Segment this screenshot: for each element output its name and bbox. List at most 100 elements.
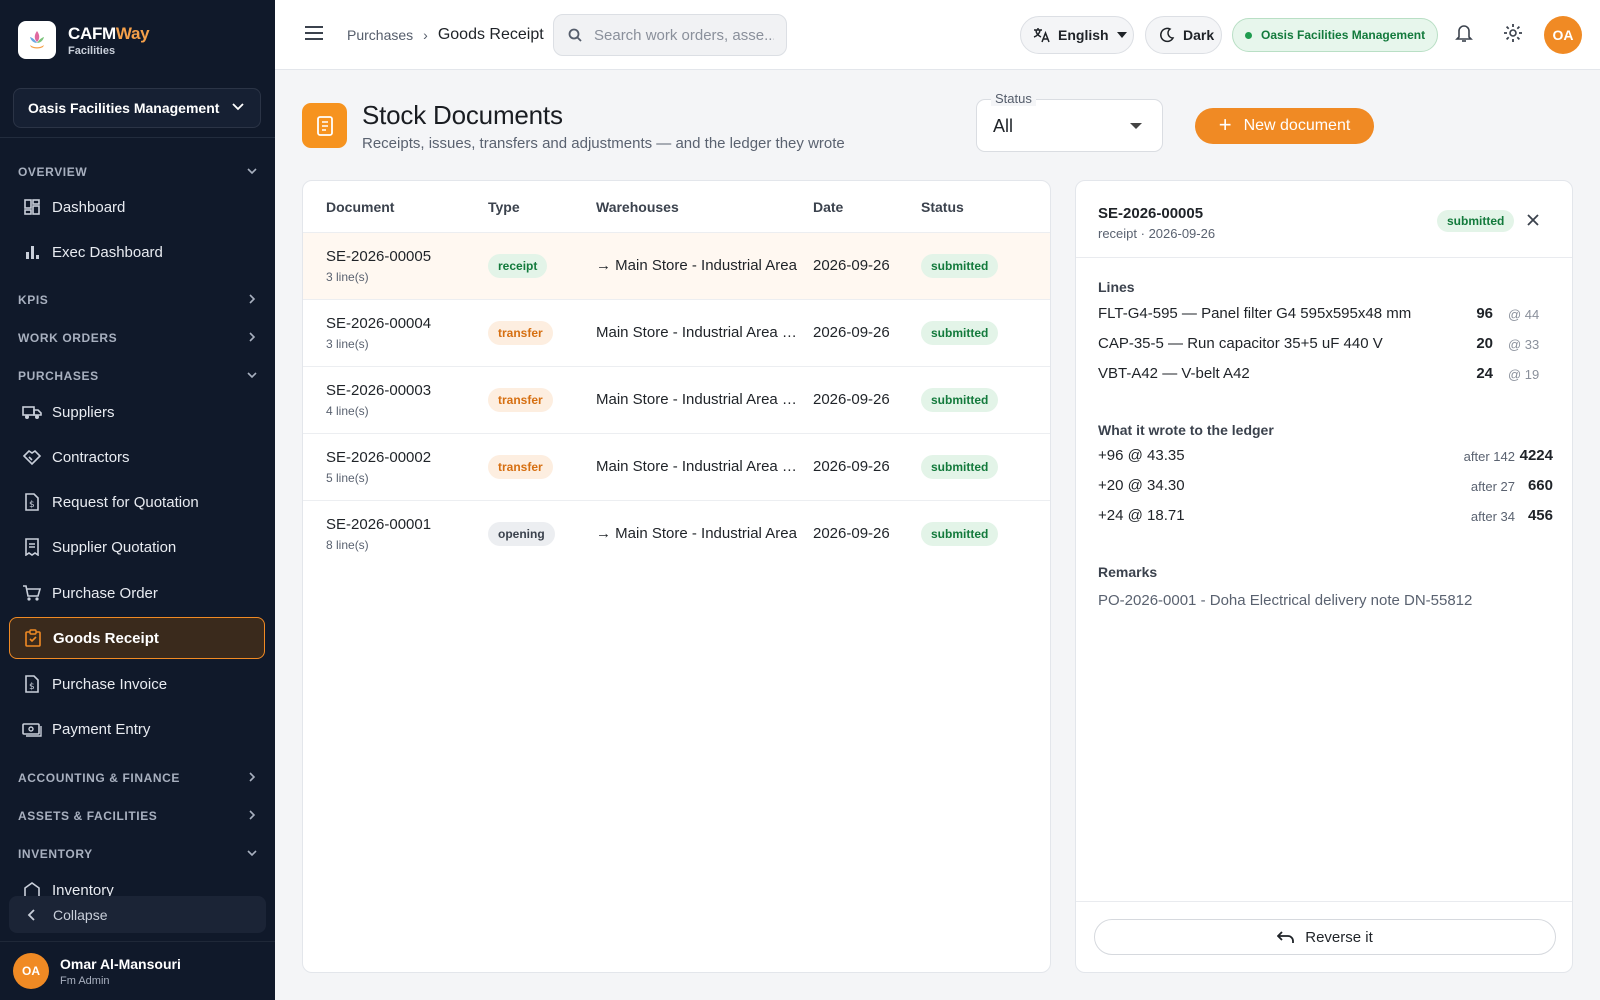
section-accounting[interactable]: ACCOUNTING & FINANCE [18, 768, 262, 788]
ledger-change: +96 @ 43.35 [1098, 447, 1185, 464]
table-row[interactable]: SE-2026-00004 3 line(s) transfer Main St… [303, 299, 1050, 366]
detail-meta: receipt · 2026-09-26 [1098, 226, 1216, 241]
line-rate: @ 44 [1508, 307, 1540, 322]
ledger-after: after 34 [1470, 509, 1515, 524]
detail-line: CAP-35-5 — Run capacitor 35+5 uF 440 V 2… [1098, 335, 1553, 357]
breadcrumb-purchases[interactable]: Purchases [347, 27, 413, 43]
column-header-date[interactable]: Date [813, 199, 843, 215]
reverse-button[interactable]: Reverse it [1094, 919, 1556, 955]
language-selector[interactable]: English [1020, 16, 1134, 54]
ledger-value: 4224 [1519, 447, 1553, 464]
status-badge: submitted [921, 321, 999, 345]
sidebar-item-supplier-quotation[interactable]: Supplier Quotation [9, 526, 265, 568]
document-id: SE-2026-00001 [326, 516, 432, 533]
svg-text:$: $ [29, 682, 35, 692]
type-badge: transfer [488, 455, 553, 479]
warehouses: → Main Store - Industrial Area [596, 257, 797, 274]
sidebar-item-exec-dashboard[interactable]: Exec Dashboard [9, 231, 265, 273]
caret-down-icon [1116, 32, 1127, 38]
line-qty: 20 [1476, 335, 1493, 352]
column-header-type[interactable]: Type [488, 199, 520, 215]
warehouses: Main Store - Industrial Area → … [596, 458, 808, 475]
line-count: 8 line(s) [326, 538, 369, 552]
close-icon[interactable] [1526, 213, 1540, 227]
organization-selector[interactable]: Oasis Facilities Management [13, 88, 261, 128]
sidebar-item-label: Goods Receipt [53, 629, 159, 647]
sidebar-item-dashboard[interactable]: Dashboard [9, 186, 265, 228]
receipt-icon [22, 537, 42, 557]
breadcrumb-current: Goods Receipt [437, 26, 544, 43]
line-item: CAP-35-5 — Run capacitor 35+5 uF 440 V [1098, 335, 1383, 352]
line-item: FLT-G4-595 — Panel filter G4 595x595x48 … [1098, 305, 1412, 322]
ledger-entry: +96 @ 43.35 after 142 4224 [1098, 447, 1553, 469]
ledger-value: 660 [1527, 477, 1553, 494]
line-count: 3 line(s) [326, 270, 369, 284]
type-badge: transfer [488, 388, 553, 412]
table-row[interactable]: SE-2026-00003 4 line(s) transfer Main St… [303, 366, 1050, 433]
dashboard-icon [22, 197, 42, 217]
ledger-entry: +24 @ 18.71 after 34 456 [1098, 507, 1553, 529]
brand-subtitle: Facilities [68, 44, 116, 57]
section-overview[interactable]: OVERVIEW [18, 162, 262, 182]
user-profile[interactable]: OA Omar Al-Mansouri Fm Admin [0, 941, 275, 1000]
page-title: Stock Documents [362, 100, 563, 130]
sidebar-item-purchase-invoice[interactable]: $ Purchase Invoice [9, 663, 265, 705]
document-id: SE-2026-00002 [326, 449, 432, 466]
table-row[interactable]: SE-2026-00001 8 line(s) opening → Main S… [303, 500, 1050, 567]
cart-icon [22, 583, 42, 603]
sidebar-item-contractors[interactable]: Contractors [9, 436, 265, 478]
table-row[interactable]: SE-2026-00002 5 line(s) transfer Main St… [303, 433, 1050, 500]
bell-icon[interactable] [1455, 23, 1473, 43]
section-work-orders[interactable]: WORK ORDERS [18, 328, 262, 348]
status-badge: submitted [921, 522, 999, 546]
collapse-label: Collapse [53, 906, 108, 923]
section-purchases[interactable]: PURCHASES [18, 366, 262, 386]
sidebar-item-rfq[interactable]: $ Request for Quotation [9, 481, 265, 523]
date: 2026-09-26 [813, 525, 890, 542]
section-assets[interactable]: ASSETS & FACILITIES [18, 806, 262, 826]
truck-icon [22, 402, 42, 422]
section-kpis[interactable]: KPIS [18, 290, 262, 310]
ledger-heading: What it wrote to the ledger [1098, 422, 1274, 438]
search-box[interactable] [553, 14, 787, 56]
document-dollar-icon: $ [22, 492, 42, 512]
theme-toggle[interactable]: Dark [1145, 16, 1222, 54]
reverse-button-label: Reverse it [1305, 928, 1373, 946]
ledger-after: after 142 [1463, 449, 1515, 464]
menu-icon[interactable] [303, 24, 325, 42]
sidebar-item-goods-receipt[interactable]: Goods Receipt [9, 617, 265, 659]
sidebar-item-label: Suppliers [52, 403, 115, 421]
avatar[interactable]: OA [1544, 16, 1582, 54]
chevron-down-icon [232, 103, 244, 111]
search-icon [568, 28, 582, 42]
ledger-value: 456 [1527, 507, 1553, 524]
sidebar-item-suppliers[interactable]: Suppliers [9, 391, 265, 433]
collapse-sidebar-button[interactable]: Collapse [9, 896, 266, 933]
search-input[interactable] [594, 26, 774, 44]
chevron-right-icon [249, 294, 256, 304]
new-document-label: New document [1243, 117, 1351, 134]
column-header-document[interactable]: Document [326, 199, 394, 215]
remarks-text: PO-2026-0001 - Doha Electrical delivery … [1098, 592, 1473, 609]
table-row[interactable]: SE-2026-00005 3 line(s) receipt → Main S… [303, 232, 1050, 299]
clipboard-check-icon [23, 628, 43, 648]
sidebar-item-purchase-order[interactable]: Purchase Order [9, 572, 265, 614]
status-filter-select[interactable]: Status All [976, 91, 1163, 152]
warehouses: Main Store - Industrial Area → … [596, 324, 808, 341]
brand[interactable]: CAFMWay Facilities [0, 0, 275, 80]
sidebar-item-label: Contractors [52, 448, 130, 466]
top-bar: Purchases › Goods Receipt English Dark O… [275, 0, 1600, 70]
column-header-warehouses[interactable]: Warehouses [596, 199, 679, 215]
type-badge: transfer [488, 321, 553, 345]
gear-icon[interactable] [1503, 23, 1523, 43]
organization-badge[interactable]: Oasis Facilities Management [1232, 18, 1439, 52]
section-overview-label: OVERVIEW [18, 165, 88, 179]
date: 2026-09-26 [813, 391, 890, 408]
column-header-status[interactable]: Status [921, 199, 964, 215]
section-inventory[interactable]: INVENTORY [18, 844, 262, 864]
new-document-button[interactable]: + New document [1195, 108, 1374, 144]
sidebar-item-payment-entry[interactable]: Payment Entry [9, 708, 265, 750]
breadcrumb: Purchases › Goods Receipt [347, 26, 544, 44]
warehouses: Main Store - Industrial Area → … [596, 391, 808, 408]
language-label: English [1058, 27, 1109, 43]
